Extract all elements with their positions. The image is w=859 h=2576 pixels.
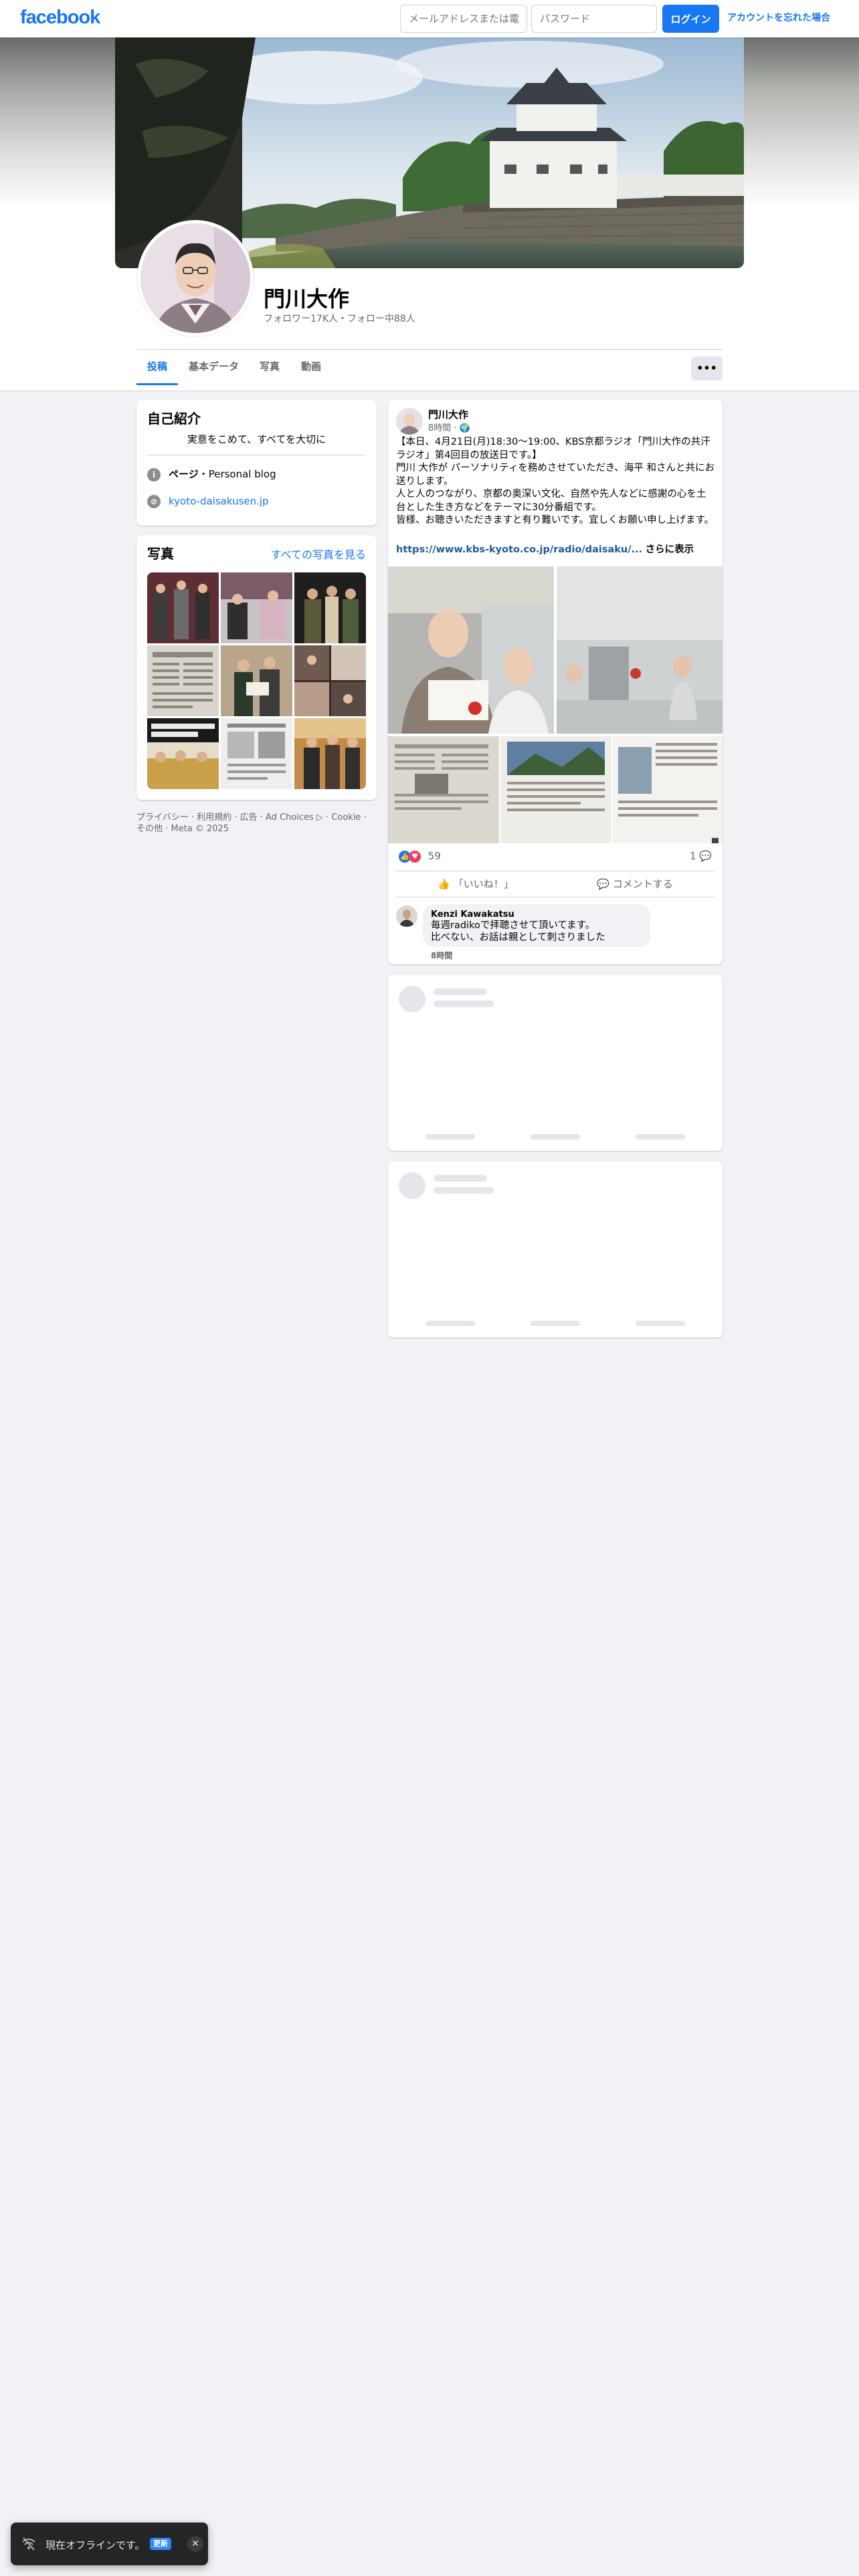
intro-card: 自己紹介 実意をこめて、すべてを大切に i ページ・Personal blog ⊘… <box>136 400 377 526</box>
offline-message: 現在オフラインです。 <box>45 2539 145 2551</box>
love-reaction-icon: ♥ <box>409 850 421 863</box>
intro-page-label: ページ <box>169 468 199 480</box>
skeleton-line <box>434 1187 494 1194</box>
offline-toast: 現在オフラインです。 更新 ✕ <box>11 2523 208 2565</box>
photos-card: 写真 すべての写真を見る <box>136 535 377 800</box>
post-action-bar: 👍 「いいね！」 💬 コメントする <box>396 871 714 897</box>
photos-title: 写真 <box>147 546 174 562</box>
photo-thumbnail[interactable] <box>221 645 292 716</box>
profile-name: 門川大作 <box>264 286 350 312</box>
comment-count-number: 1 <box>689 850 696 862</box>
skeleton-line <box>425 1321 475 1326</box>
info-icon: i <box>147 467 161 481</box>
reaction-summary[interactable]: 👍 ♥ 59 <box>399 850 441 863</box>
photo-thumbnail[interactable] <box>294 718 366 789</box>
skeleton-line <box>425 1134 475 1140</box>
like-button-label: 「いいね！」 <box>453 878 514 890</box>
post-text-line: 人と人のつながり、京都の奥深い文化、自然や先人などに感謝の心を土台とした生き方な… <box>396 489 706 513</box>
footer-line-1[interactable]: プライバシー · 利用規約 · 広告 · Ad Choices ▷ · Cook… <box>136 812 377 823</box>
post-media-grid[interactable] <box>388 566 723 843</box>
more-options-button[interactable]: ••• <box>691 356 723 381</box>
photo-grid <box>147 572 366 789</box>
post-text-line: 【本日、4月21日(月)18:30〜19:00、KBS京都ラジオ「門川大作の共汗… <box>396 437 710 461</box>
profile-follow-stats[interactable]: フォロワー17K人・フォロー中88人 <box>264 312 415 325</box>
comment-count[interactable]: 1 💬 <box>690 850 712 862</box>
top-navigation-bar: facebook ログイン アカウントを忘れた場合 <box>0 0 859 37</box>
refresh-badge[interactable]: 更新 <box>150 2538 171 2550</box>
post-card: 門川大作 8時間 · 🌍 【本日、4月21日(月)18:30〜19:00、KBS… <box>388 400 723 964</box>
facebook-logo[interactable]: facebook <box>20 7 100 29</box>
website-link[interactable]: kyoto-daisakusen.jp <box>169 496 269 508</box>
skeleton-line <box>636 1134 685 1140</box>
photo-thumbnail[interactable] <box>294 645 366 716</box>
wifi-off-icon <box>22 2537 35 2551</box>
skeleton-line <box>434 1000 494 1007</box>
tab-videos[interactable]: 動画 <box>290 350 332 385</box>
cover-backdrop-left <box>0 37 115 210</box>
intro-bio: 実意をこめて、すべてを大切に <box>187 433 326 445</box>
comment-bubble-icon: 💬 <box>699 850 712 862</box>
photo-thumbnail[interactable] <box>221 572 292 643</box>
forgot-account-link[interactable]: アカウントを忘れた場合 <box>727 11 830 24</box>
post-timestamp[interactable]: 8時間 · 🌍 <box>428 421 470 433</box>
commenter-name[interactable]: Kenzi Kawakatsu <box>431 909 642 920</box>
post-text-line: 門川 大作が パーソナリティを務めさせていただき、海平 和さんと共にお送りします… <box>396 463 714 487</box>
profile-header: 門川大作 フォロワー17K人・フォロー中88人 投稿 基本データ 写真 動画 •… <box>0 37 859 391</box>
cover-backdrop-right <box>744 37 859 210</box>
skeleton-line <box>636 1321 685 1326</box>
login-button[interactable]: ログイン <box>662 5 719 33</box>
skeleton-avatar <box>399 1172 425 1199</box>
skeleton-avatar <box>399 986 425 1012</box>
post-url-link[interactable]: https://www.kbs-kyoto.co.jp/radio/daisak… <box>396 544 642 555</box>
like-button[interactable]: 👍 「いいね！」 <box>396 871 555 897</box>
post-text-line: 皆様、お聴きいただきますと有り難いです。宜しくお願い申し上げます。 <box>396 515 714 526</box>
photo-thumbnail[interactable] <box>147 572 219 643</box>
post-text: 【本日、4月21日(月)18:30〜19:00、KBS京都ラジオ「門川大作の共汗… <box>396 436 714 528</box>
tab-about[interactable]: 基本データ <box>178 350 250 385</box>
post-link-row: https://www.kbs-kyoto.co.jp/radio/daisak… <box>396 544 714 557</box>
comment-bubble: Kenzi Kawakatsu 毎週radikoで拝聴させて頂いてます。 比べな… <box>423 904 650 947</box>
loading-post-placeholder <box>388 975 723 1151</box>
intro-page-category: ・Personal blog <box>198 468 276 480</box>
photo-thumbnail[interactable] <box>147 645 219 716</box>
post-media-images <box>388 566 723 843</box>
skeleton-line <box>434 988 487 995</box>
photo-thumbnail[interactable] <box>221 718 292 789</box>
link-icon: ⊘ <box>147 495 161 508</box>
post-author-avatar[interactable] <box>396 408 423 435</box>
reaction-count: 59 <box>427 850 441 862</box>
loading-post-placeholder <box>388 1162 723 1337</box>
skeleton-line <box>531 1321 580 1326</box>
post-author-name[interactable]: 門川大作 <box>428 407 468 421</box>
profile-avatar[interactable] <box>137 220 254 336</box>
email-field[interactable] <box>400 5 527 33</box>
footer-line-2[interactable]: その他 · Meta © 2025 <box>136 823 377 835</box>
header-divider <box>136 349 723 350</box>
comment-text-line: 毎週radikoで拝聴させて頂いてます。 <box>431 920 595 931</box>
close-icon[interactable]: ✕ <box>187 2536 203 2552</box>
comment-button-label: コメントする <box>612 878 673 890</box>
password-field[interactable] <box>531 5 657 33</box>
intro-website-row: ⊘ kyoto-daisakusen.jp <box>147 495 269 508</box>
intro-title: 自己紹介 <box>147 411 201 427</box>
thumbs-up-icon: 👍 <box>438 878 450 890</box>
intro-page-row: i ページ・Personal blog <box>147 467 276 481</box>
comment-icon: 💬 <box>597 878 609 890</box>
footer-links: プライバシー · 利用規約 · 広告 · Ad Choices ▷ · Cook… <box>136 812 377 835</box>
tab-posts[interactable]: 投稿 <box>136 350 179 385</box>
see-all-photos-link[interactable]: すべての写真を見る <box>271 546 366 562</box>
skeleton-line <box>531 1134 580 1140</box>
comment-button[interactable]: 💬 コメントする <box>555 871 714 897</box>
photo-thumbnail[interactable] <box>147 718 219 789</box>
comment-text-line: 比べない、お話は親として刺さりました <box>431 932 605 943</box>
profile-avatar-image <box>140 223 250 333</box>
tab-photos[interactable]: 写真 <box>249 350 290 385</box>
see-more-link[interactable]: さらに表示 <box>646 544 694 555</box>
photo-thumbnail[interactable] <box>294 572 366 643</box>
skeleton-line <box>434 1175 487 1182</box>
commenter-avatar[interactable] <box>396 905 417 927</box>
comment-timestamp[interactable]: 8時間 <box>431 950 452 961</box>
